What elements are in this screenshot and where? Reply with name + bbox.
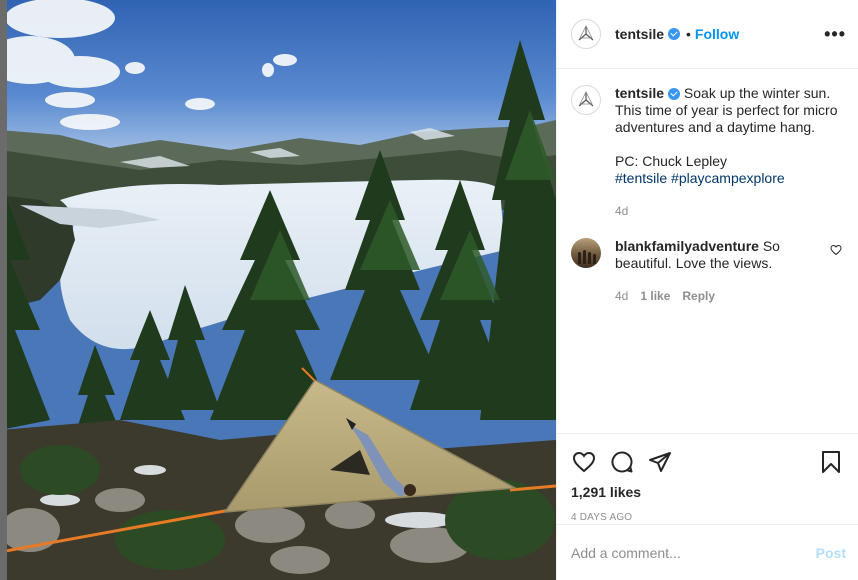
caption-avatar[interactable] [571, 85, 601, 115]
comment-text-block: blankfamilyadventure So beautiful. Love … [615, 238, 844, 305]
post-actions: 1,291 likes 4 DAYS AGO [557, 433, 858, 523]
comment-meta: 4d 1 like Reply [615, 288, 840, 305]
post-header: tentsile • Follow ••• [557, 0, 858, 69]
post-photo[interactable] [0, 0, 556, 580]
landscape-photo [0, 0, 556, 580]
comment-input[interactable] [571, 544, 816, 561]
post-date[interactable]: 4 DAYS AGO [571, 512, 844, 523]
hashtags: #tentsile #playcampexplore [615, 170, 840, 187]
share-button[interactable] [647, 449, 673, 475]
heart-small-icon[interactable] [830, 244, 842, 256]
caption-username[interactable]: tentsile [615, 85, 664, 101]
commenter-avatar[interactable] [571, 238, 601, 268]
more-options-icon[interactable]: ••• [824, 24, 846, 45]
comments-section[interactable]: tentsile Soak up the winter sun. This ti… [557, 69, 858, 433]
paper-plane-icon [649, 452, 671, 472]
bookmark-icon [822, 451, 840, 473]
hashtag-link[interactable]: #tentsile [615, 170, 667, 186]
tentsile-logo-icon [578, 25, 594, 41]
comment-button[interactable] [609, 449, 635, 475]
tentsile-logo-icon [578, 91, 594, 107]
like-button[interactable] [571, 449, 597, 475]
comment-row: blankfamilyadventure So beautiful. Love … [571, 238, 844, 305]
comment-icon [611, 451, 633, 473]
caption-row: tentsile Soak up the winter sun. This ti… [571, 85, 844, 220]
verified-badge-icon [668, 88, 681, 101]
caption-text-block: tentsile Soak up the winter sun. This ti… [615, 85, 844, 220]
save-button[interactable] [818, 449, 844, 475]
caption-age[interactable]: 4d [615, 204, 628, 218]
caption-meta: 4d [615, 203, 840, 220]
post-sidebar: tentsile • Follow ••• tentsile Soak up t… [556, 0, 858, 580]
verified-badge-icon [668, 28, 681, 40]
separator-dot: • [686, 26, 691, 42]
hashtag-link[interactable]: #playcampexplore [671, 170, 785, 186]
add-comment-bar: Post [557, 524, 858, 580]
comment-age[interactable]: 4d [615, 289, 628, 303]
photo-credit: PC: Chuck Lepley [615, 153, 728, 169]
comment-username[interactable]: blankfamilyadventure [615, 238, 759, 254]
post-comment-button[interactable]: Post [816, 545, 846, 561]
profile-avatar[interactable] [571, 19, 601, 49]
comment-likes[interactable]: 1 like [640, 289, 670, 303]
follow-button[interactable]: Follow [695, 26, 739, 42]
heart-icon [572, 451, 596, 473]
likes-count[interactable]: 1,291 likes [571, 484, 844, 500]
reply-button[interactable]: Reply [682, 289, 715, 303]
header-username[interactable]: tentsile [615, 26, 664, 42]
